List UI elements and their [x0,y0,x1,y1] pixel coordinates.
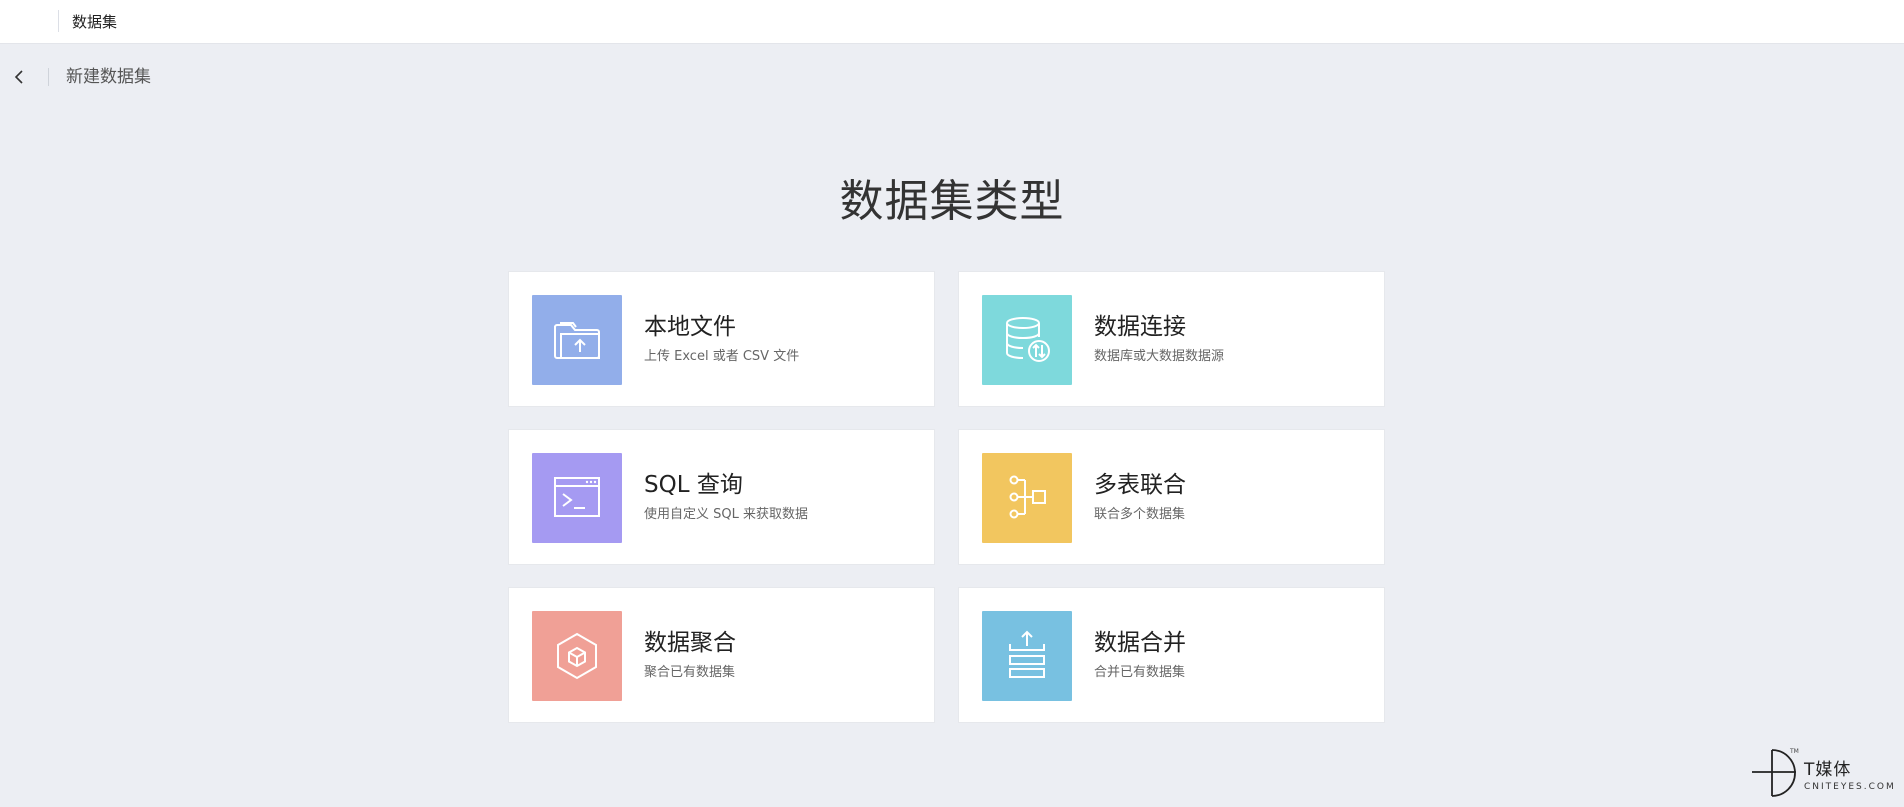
dataset-type-grid: 本地文件 上传 Excel 或者 CSV 文件 数据连接 数据库或大数据数据源 [508,271,1385,723]
watermark-logo: TM T媒体 CNITEYES.COM [1752,746,1902,798]
trademark-mark: TM [1790,748,1799,755]
watermark-brand: T媒体 [1804,760,1852,780]
card-data-merge[interactable]: 数据合并 合并已有数据集 [958,587,1385,723]
card-icon-tile [532,453,622,543]
card-sql-query[interactable]: SQL 查询 使用自定义 SQL 来获取数据 [508,429,935,565]
card-description: 数据库或大数据数据源 [1094,349,1225,364]
card-description: 联合多个数据集 [1094,507,1186,522]
subheader-divider [48,68,49,86]
folder-upload-icon [554,322,600,359]
page-title: 数据集类型 [839,176,1065,227]
card-title: 多表联合 [1094,472,1186,498]
chevron-left-icon [14,70,23,84]
watermark-domain: CNITEYES.COM [1804,782,1896,792]
tree-join-icon [1009,475,1046,519]
topbar-divider [58,10,59,32]
card-icon-tile [532,295,622,385]
card-title: 数据合并 [1094,630,1186,656]
card-data-connection[interactable]: 数据连接 数据库或大数据数据源 [958,271,1385,407]
card-icon-tile [982,453,1072,543]
terminal-icon [554,477,600,517]
card-title: 本地文件 [644,314,736,340]
database-connect-icon [1006,317,1050,362]
top-bar: 数据集 [0,0,1904,44]
card-icon-tile [532,611,622,701]
cube-aggregate-icon [557,632,597,680]
card-title: 数据聚合 [644,630,736,656]
card-description: 使用自定义 SQL 来获取数据 [644,507,808,522]
back-button[interactable] [8,66,30,88]
app-title: 数据集 [72,13,118,31]
card-description: 聚合已有数据集 [644,665,736,680]
card-data-aggregation[interactable]: 数据聚合 聚合已有数据集 [508,587,935,723]
card-icon-tile [982,295,1072,385]
card-description: 上传 Excel 或者 CSV 文件 [644,349,800,364]
card-local-file[interactable]: 本地文件 上传 Excel 或者 CSV 文件 [508,271,935,407]
card-icon-tile [982,611,1072,701]
card-multi-table-join[interactable]: 多表联合 联合多个数据集 [958,429,1385,565]
card-title: SQL 查询 [644,472,743,498]
stack-merge-icon [1009,630,1045,678]
card-description: 合并已有数据集 [1094,665,1186,680]
card-title: 数据连接 [1094,314,1186,340]
sub-header: 新建数据集 [0,62,400,92]
page-breadcrumb-title: 新建数据集 [66,67,151,87]
